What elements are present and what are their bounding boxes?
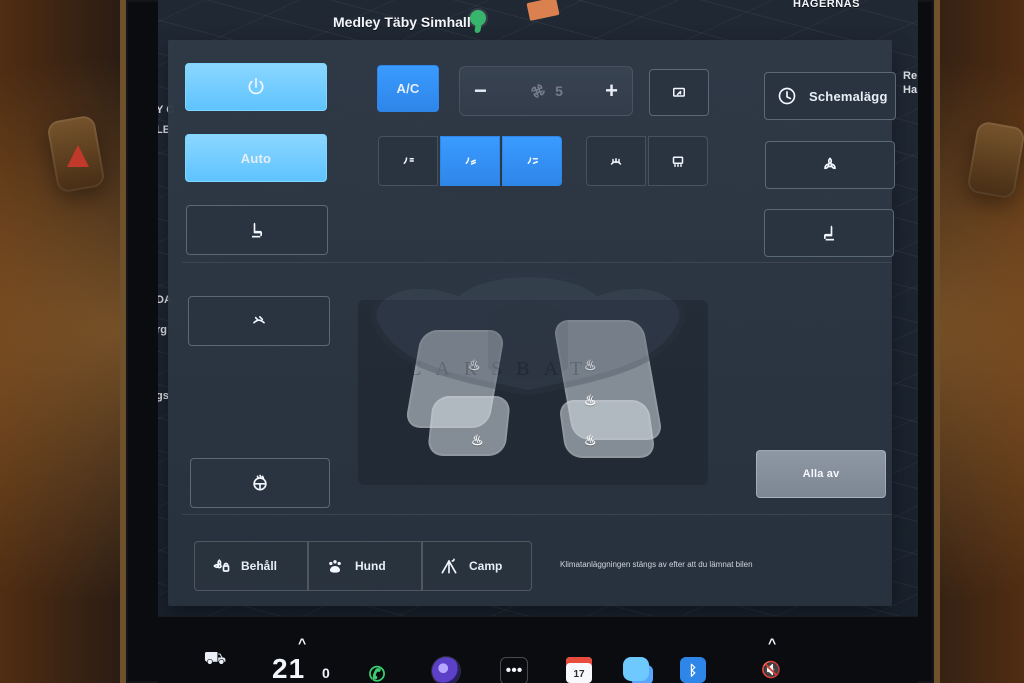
recirculation-button[interactable]: [649, 69, 709, 116]
schedule-button[interactable]: Schemalägg: [764, 72, 896, 120]
mode-keep-label: Behåll: [241, 559, 278, 573]
climate-panel: Auto A/C − 5 + Schemalägg ♨ ♨ ♨ ♨ ♨ CARS…: [168, 40, 896, 606]
wiper-defrost-icon: [253, 316, 265, 324]
mode-keep-button[interactable]: Behåll: [194, 541, 308, 591]
steering-wheel-heater-button[interactable]: [190, 458, 330, 508]
camera-icon[interactable]: [432, 657, 460, 683]
right-seat-button[interactable]: [764, 209, 894, 257]
seat-left-icon: [252, 222, 262, 238]
ac-label: A/C: [396, 81, 420, 96]
climate-info-message: Klimatanläggningen stängs av efter att d…: [560, 560, 753, 569]
auto-button[interactable]: Auto: [185, 134, 327, 182]
calendar-day: 17: [573, 669, 585, 680]
all-off-label: Alla av: [802, 468, 840, 480]
more-apps-icon[interactable]: •••: [500, 657, 528, 683]
front-defrost-button[interactable]: [586, 136, 646, 186]
cabin-temperature-decimal: 0: [322, 665, 330, 681]
bioweapon-mode-button[interactable]: [765, 141, 895, 189]
paw-icon: [329, 560, 341, 573]
all-off-button[interactable]: Alla av: [756, 450, 886, 498]
vent-mode-mix-button[interactable]: [502, 136, 562, 186]
vent-mode-feet-button[interactable]: [440, 136, 500, 186]
car-icon[interactable]: ⛟: [200, 645, 230, 675]
heat-icon: ♨: [468, 357, 481, 373]
climate-power-button[interactable]: [185, 63, 327, 111]
location-pin-icon[interactable]: [470, 10, 486, 26]
fan-level: 5: [529, 82, 563, 100]
mute-icon[interactable]: 🔇: [756, 657, 786, 683]
calendar-icon[interactable]: 17: [566, 657, 592, 683]
bottom-dock: ⛟ ^ 21 0 ✆ ••• 17 ᛒ ^ 🔇: [158, 616, 918, 683]
left-seat-button[interactable]: [186, 205, 328, 255]
messages-icon[interactable]: [623, 657, 649, 681]
seat-rear-right[interactable]: [557, 400, 657, 458]
schedule-label: Schemalägg: [809, 88, 888, 104]
map-edge-label: Ha: [903, 84, 918, 96]
map-area-label: HAGERNAS: [793, 0, 860, 10]
panel-divider: [182, 262, 892, 263]
fan-increase-button[interactable]: +: [605, 78, 618, 104]
heat-icon: ♨: [471, 432, 484, 448]
biohazard-icon: [824, 157, 836, 170]
tent-icon: [441, 558, 457, 574]
airflow-feet-icon: [465, 157, 476, 165]
airflow-mix-icon: [527, 157, 538, 164]
map-edge-label: Re: [903, 70, 918, 82]
mode-camp-button[interactable]: Camp: [422, 541, 532, 591]
cabin-temperature[interactable]: 21: [272, 653, 305, 683]
phone-icon[interactable]: ✆: [364, 661, 390, 683]
heat-icon: ♨: [584, 392, 597, 408]
rear-defrost-icon: [672, 156, 684, 167]
map-edge-label: rg: [158, 324, 167, 336]
mode-dog-label: Hund: [355, 559, 386, 573]
steering-wheel-heat-icon: [253, 474, 267, 491]
fan-decrease-button[interactable]: −: [474, 78, 487, 104]
mode-camp-label: Camp: [469, 559, 503, 573]
mode-dog-button[interactable]: Hund: [308, 541, 422, 591]
fan-level-value: 5: [555, 83, 563, 99]
fan-lock-icon: [213, 559, 230, 572]
volume-up-caret-icon[interactable]: ^: [768, 635, 776, 651]
temp-up-caret-icon[interactable]: ^: [298, 635, 306, 651]
panel-divider: [182, 514, 892, 515]
vent-mode-face-button[interactable]: [378, 136, 438, 186]
touchscreen: Medley Täby Simhall HAGERNAS Re Ha Y C L…: [158, 0, 918, 683]
bluetooth-icon[interactable]: ᛒ: [680, 657, 706, 683]
seat-right-icon: [824, 225, 834, 241]
map-place-label: Medley Täby Simhall: [333, 14, 471, 30]
seat-rear-left[interactable]: [426, 396, 512, 456]
front-defrost-icon: [610, 158, 622, 165]
heat-icon: ♨: [584, 432, 597, 448]
power-icon: [248, 77, 264, 95]
recirculation-icon: [673, 87, 685, 97]
rear-defrost-button[interactable]: [648, 136, 708, 186]
ac-button[interactable]: A/C: [377, 65, 439, 112]
clock-icon: [778, 87, 796, 105]
auto-label: Auto: [240, 150, 272, 166]
airflow-face-icon: [403, 157, 414, 164]
wiper-heater-button[interactable]: [188, 296, 330, 346]
fan-speed-control[interactable]: − 5 +: [459, 66, 633, 116]
fan-icon: [531, 84, 545, 98]
heat-icon: ♨: [584, 357, 597, 373]
